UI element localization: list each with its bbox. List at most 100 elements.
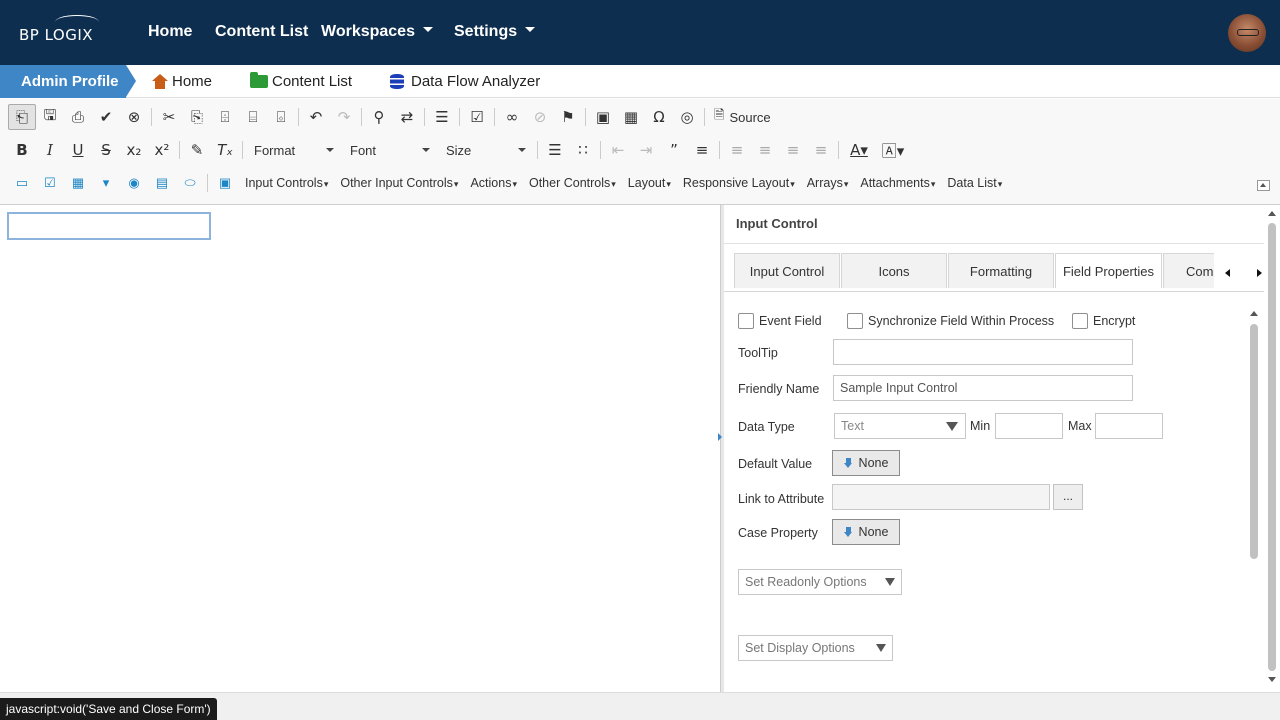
superscript-icon[interactable]: x² (148, 137, 176, 163)
form-editor-canvas[interactable] (0, 205, 720, 693)
calendar-control-icon[interactable]: ▦ (64, 172, 92, 194)
paste-icon[interactable]: ⌹ (211, 104, 239, 130)
italic-icon[interactable]: I (36, 137, 64, 163)
unlink-icon[interactable]: ⊘ (526, 104, 554, 130)
tab-com[interactable]: Com (1163, 253, 1214, 288)
synchronize-field-checkbox[interactable]: Synchronize Field Within Process (847, 313, 1054, 329)
link-attribute-browse-button[interactable]: ... (1053, 484, 1083, 510)
breadcrumb-data-flow-analyzer[interactable]: Data Flow Analyzer (390, 65, 540, 98)
find-icon[interactable]: ⚲ (365, 104, 393, 130)
anchor-flag-icon[interactable]: ⚑ (554, 104, 582, 130)
menu-data-list[interactable]: Data List (941, 176, 1008, 190)
redo-icon[interactable]: ↷ (330, 104, 358, 130)
align-left-icon[interactable]: ≡ (723, 137, 751, 163)
splitter-arrow-icon[interactable] (718, 430, 723, 444)
friendly-name-input[interactable]: Sample Input Control (833, 375, 1133, 401)
tab-field-properties[interactable]: Field Properties (1055, 253, 1162, 288)
tab-scroll-left-icon[interactable] (1225, 269, 1230, 277)
paste-text-icon[interactable]: ⌸ (239, 104, 267, 130)
menu-other-controls[interactable]: Other Controls (523, 176, 622, 190)
subscript-icon[interactable]: x₂ (120, 137, 148, 163)
background-color-icon[interactable]: 🄰▾ (876, 137, 910, 163)
remove-format-icon[interactable]: Tₓ (211, 137, 239, 163)
menu-responsive-layout[interactable]: Responsive Layout (677, 176, 801, 190)
radio-control-icon[interactable]: ◉ (120, 172, 148, 194)
text-color-icon[interactable]: A▾ (842, 137, 876, 163)
spellcheck-icon[interactable]: ☑ (463, 104, 491, 130)
case-property-button[interactable]: None (832, 519, 900, 545)
replace-icon[interactable]: ⇄ (393, 104, 421, 130)
source-button[interactable]: 🗎 Source (708, 106, 777, 128)
max-input[interactable] (1095, 413, 1163, 439)
align-justify-icon[interactable]: ≡ (807, 137, 835, 163)
min-input[interactable] (995, 413, 1063, 439)
checkbox-control-icon[interactable]: ☑ (36, 172, 64, 194)
nav-workspaces[interactable]: Workspaces (321, 23, 433, 41)
save-as-icon[interactable]: ⎙ (64, 104, 92, 130)
undo-icon[interactable]: ↶ (302, 104, 330, 130)
table-icon[interactable]: ▦ (617, 104, 645, 130)
tab-scroll-right-icon[interactable] (1257, 269, 1262, 277)
blockquote-icon[interactable]: ” (660, 137, 688, 163)
default-value-button[interactable]: None (832, 450, 900, 476)
event-field-checkbox[interactable]: Event Field (738, 313, 822, 329)
save-icon[interactable]: 🖫 (36, 104, 64, 130)
select-all-icon[interactable]: ☰ (428, 104, 456, 130)
sample-input-control[interactable] (7, 212, 211, 240)
toggle-control-icon[interactable]: ⬭ (176, 172, 204, 194)
cancel-icon[interactable]: ⊗ (120, 104, 148, 130)
tab-input-control[interactable]: Input Control (734, 253, 840, 288)
underline-icon[interactable]: U (64, 137, 92, 163)
tab-formatting[interactable]: Formatting (948, 253, 1054, 288)
size-select[interactable]: Size (440, 138, 532, 162)
bulleted-list-icon[interactable]: ∷ (569, 137, 597, 163)
breadcrumb-home[interactable]: Home (152, 65, 212, 98)
numbered-list-icon[interactable]: ☰ (541, 137, 569, 163)
tab-icons[interactable]: Icons (841, 253, 947, 288)
textbox-control-icon[interactable]: ▭ (8, 172, 36, 194)
strikethrough-icon[interactable]: S (92, 137, 120, 163)
link-to-attribute-input[interactable] (832, 484, 1050, 510)
iframe-globe-icon[interactable]: ◎ (673, 104, 701, 130)
increase-indent-icon[interactable]: ⇥ (632, 137, 660, 163)
paste-word-icon[interactable]: ⌺ (267, 104, 295, 130)
link-icon[interactable]: ∞ (498, 104, 526, 130)
listbox-control-icon[interactable]: ▤ (148, 172, 176, 194)
menu-other-input-controls[interactable]: Other Input Controls (334, 176, 464, 190)
data-type-select[interactable]: Text (834, 413, 966, 439)
nav-settings[interactable]: Settings (454, 23, 536, 41)
encrypt-checkbox[interactable]: Encrypt (1072, 313, 1135, 329)
menu-actions[interactable]: Actions (464, 176, 523, 190)
readonly-options-select[interactable]: Set Readonly Options (738, 569, 902, 595)
menu-arrays[interactable]: Arrays (801, 176, 855, 190)
menu-input-controls[interactable]: Input Controls (239, 176, 334, 190)
copy-format-brush-icon[interactable]: ✎ (183, 137, 211, 163)
nav-content-list[interactable]: Content List (215, 23, 308, 41)
user-avatar[interactable] (1228, 14, 1266, 52)
image-icon[interactable]: ▣ (589, 104, 617, 130)
menu-layout[interactable]: Layout (622, 176, 677, 190)
breadcrumb-content-list[interactable]: Content List (250, 65, 352, 98)
special-char-icon[interactable]: Ω (645, 104, 673, 130)
bp-logix-logo[interactable]: BP LOGIX (19, 15, 99, 44)
panel-scrollbar[interactable] (1250, 309, 1258, 679)
display-options-select[interactable]: Set Display Options (738, 635, 893, 661)
align-center-icon[interactable]: ≡ (751, 137, 779, 163)
dropdown-control-icon[interactable]: ▾ (92, 172, 120, 194)
collapse-toolbar-button[interactable] (1257, 180, 1270, 191)
tooltip-input[interactable] (833, 339, 1133, 365)
button-control-icon[interactable]: ▣ (211, 172, 239, 194)
bold-icon[interactable]: B (8, 137, 36, 163)
menu-attachments[interactable]: Attachments (854, 176, 941, 190)
cut-icon[interactable]: ✂ (155, 104, 183, 130)
save-check-icon[interactable]: ✔ (92, 104, 120, 130)
font-select[interactable]: Font (344, 138, 436, 162)
page-scrollbar[interactable] (1265, 205, 1279, 693)
breadcrumb-admin-profile[interactable]: Admin Profile (0, 65, 136, 98)
create-div-icon[interactable]: ≡ (688, 137, 716, 163)
save-and-close-icon[interactable]: ⎗ (8, 104, 36, 130)
copy-icon[interactable]: ⎘ (183, 104, 211, 130)
align-right-icon[interactable]: ≡ (779, 137, 807, 163)
nav-home[interactable]: Home (148, 23, 192, 41)
decrease-indent-icon[interactable]: ⇤ (604, 137, 632, 163)
